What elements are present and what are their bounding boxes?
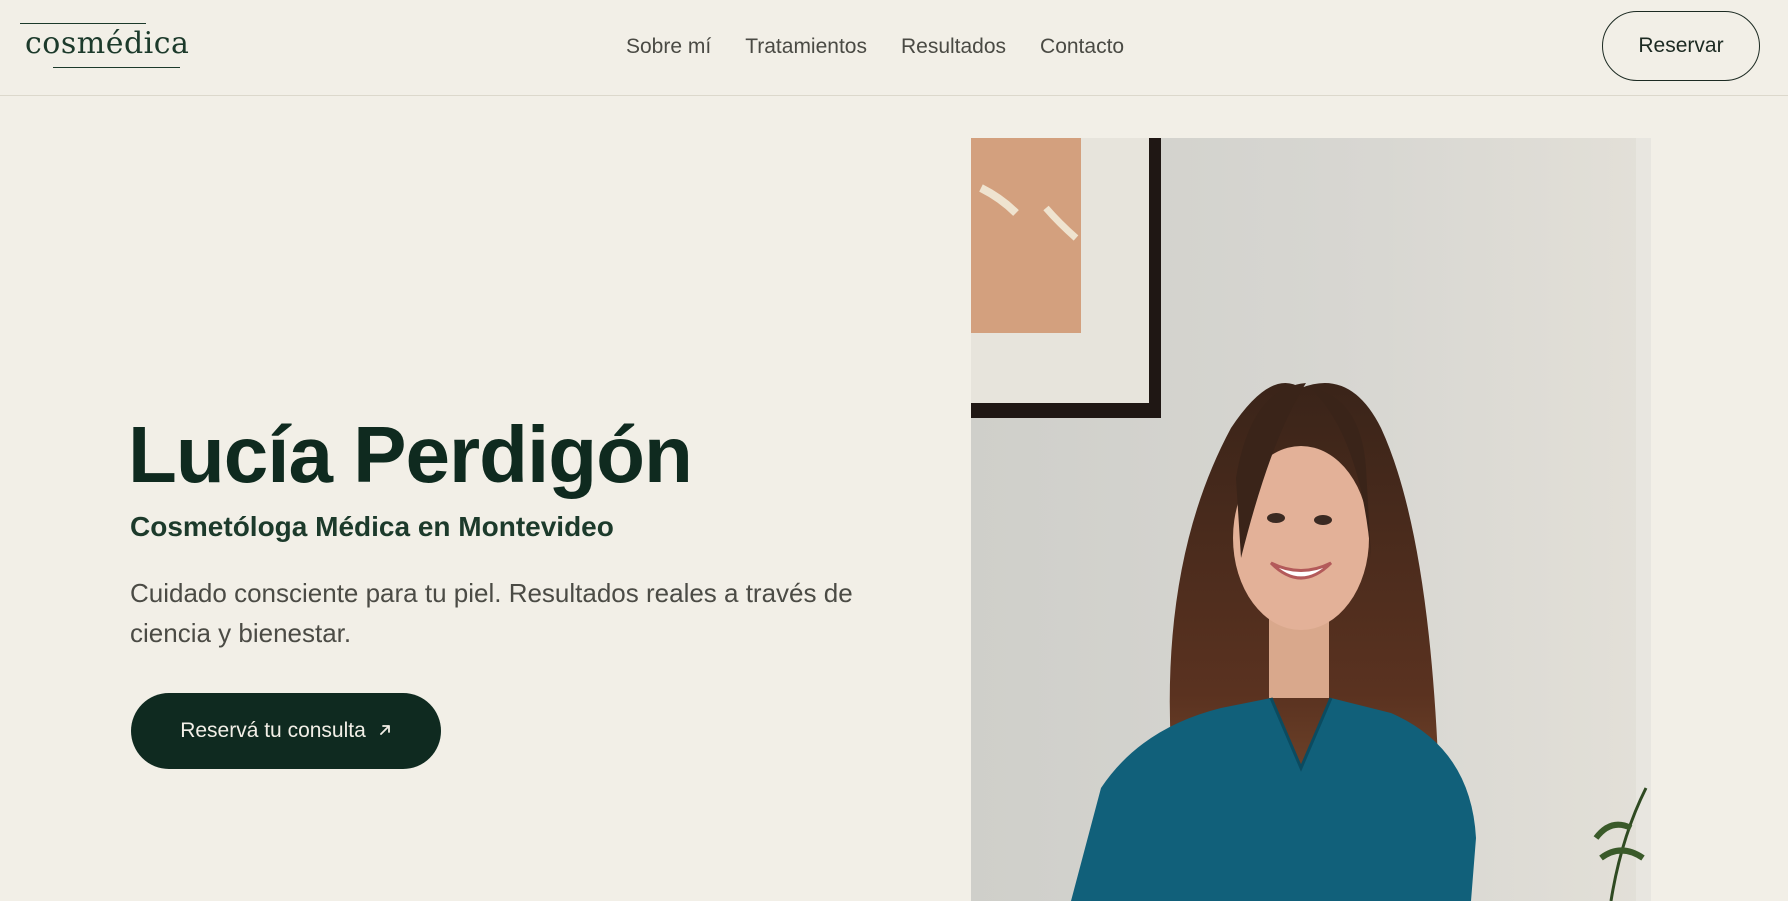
main-nav: Sobre mí Tratamientos Resultados Contact… (626, 30, 1158, 64)
reservar-button[interactable]: Reservar (1602, 11, 1760, 81)
nav-link-sobre-mi[interactable]: Sobre mí (626, 30, 711, 64)
logo-line-top (20, 23, 146, 24)
arrow-up-right-icon (378, 722, 392, 740)
site-header: cosmédica Sobre mí Tratamientos Resultad… (0, 0, 1788, 96)
hero-name: Lucía Perdigón (128, 410, 693, 499)
book-consultation-button[interactable]: Reservá tu consulta (131, 693, 441, 769)
nav-link-contacto[interactable]: Contacto (1040, 30, 1124, 64)
logo-text: cosmédica (25, 26, 190, 61)
book-consultation-label: Reservá tu consulta (180, 719, 366, 742)
portrait-photo (971, 138, 1651, 901)
hero-description: Cuidado consciente para tu piel. Resulta… (130, 578, 853, 648)
logo-line-bottom (53, 67, 180, 68)
hero-subtitle: Cosmetóloga Médica en Montevideo (130, 511, 614, 542)
logo[interactable]: cosmédica (20, 22, 189, 70)
nav-link-resultados[interactable]: Resultados (901, 30, 1006, 64)
nav-link-tratamientos[interactable]: Tratamientos (745, 30, 867, 64)
